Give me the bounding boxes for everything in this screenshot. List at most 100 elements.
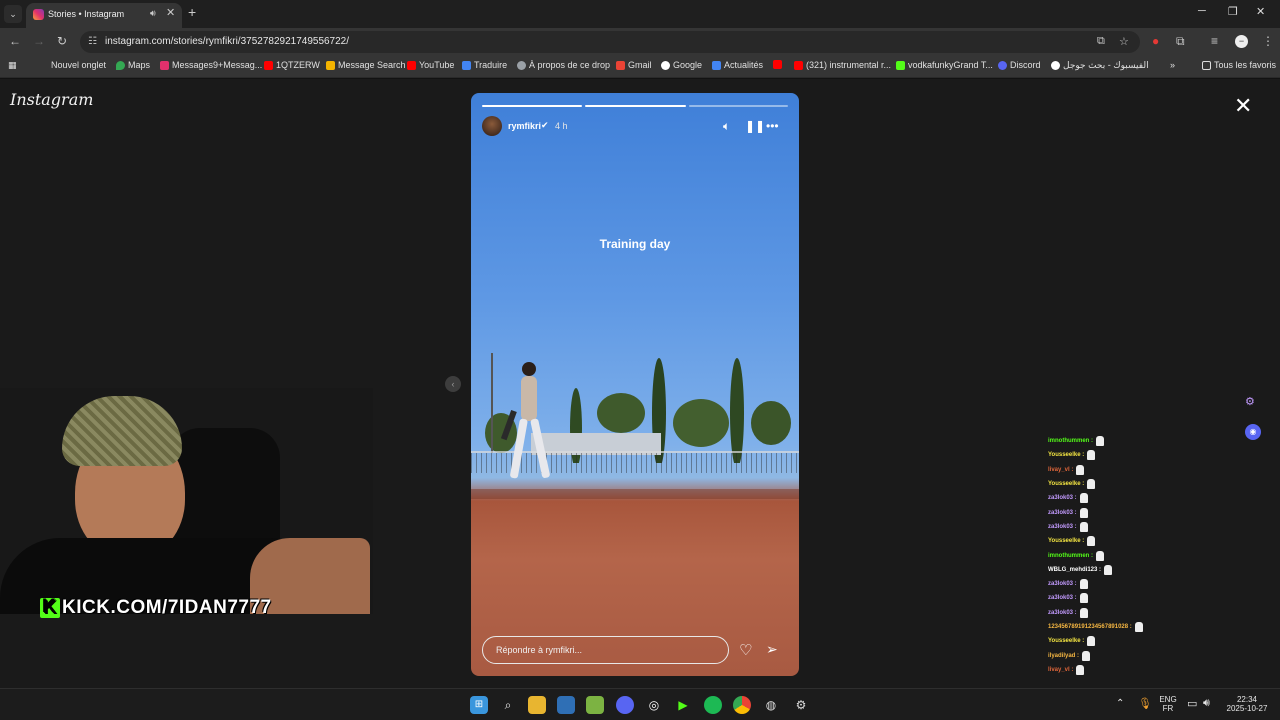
pause-icon[interactable]: ❚❚: [745, 119, 765, 133]
address-bar[interactable]: ☷ instagram.com/stories/rymfikri/3752782…: [80, 31, 1140, 53]
close-tab-icon[interactable]: ✕: [166, 6, 175, 19]
bookmark-traduire[interactable]: Traduire: [462, 60, 507, 70]
extension-widget-icon[interactable]: ⚙︎: [1245, 395, 1255, 408]
discord-taskbar-icon[interactable]: [616, 696, 634, 714]
site-info-icon[interactable]: ☷: [88, 36, 97, 47]
forward-icon[interactable]: →: [33, 34, 45, 48]
translate-icon: [462, 60, 471, 70]
avatar[interactable]: [482, 116, 502, 136]
minimize-icon[interactable]: ─: [1198, 5, 1206, 17]
bookmark-messages[interactable]: Messages9+Messag...: [160, 60, 262, 70]
app-layers-icon[interactable]: [586, 696, 604, 714]
bookmark-nouvel-onglet[interactable]: Nouvel onglet: [39, 60, 106, 70]
emote-icon: [1079, 579, 1088, 590]
bookmark-actualites[interactable]: Actualités: [712, 60, 763, 70]
chat-username: za3lok03 :: [1048, 595, 1077, 602]
like-heart-icon[interactable]: ♡: [739, 641, 752, 659]
bookmark-gmail[interactable]: Gmail: [616, 60, 652, 70]
bookmark-label: Google: [673, 60, 703, 70]
menu-kebab-icon[interactable]: ⋮: [1262, 34, 1274, 48]
bookmark-star-icon[interactable]: ☆: [1119, 35, 1129, 48]
chat-username: za3lok03 :: [1048, 581, 1077, 588]
capture-app-icon[interactable]: ◎: [645, 696, 663, 714]
google-icon: [661, 60, 670, 70]
reload-icon[interactable]: ↻: [57, 34, 67, 48]
bookmark-google[interactable]: Google: [661, 60, 702, 70]
bookmark-youtube-2[interactable]: [773, 60, 782, 69]
chat-username: ilyadilyad :: [1048, 652, 1080, 659]
mute-speaker-icon[interactable]: 🔈︎: [723, 119, 730, 134]
extension-record-icon[interactable]: ●: [1152, 34, 1159, 48]
discord-widget-icon[interactable]: ◉: [1245, 424, 1261, 440]
chat-username: 123456789191234567891028 :: [1048, 624, 1132, 630]
tray-overflow-icon[interactable]: ⌃: [1116, 698, 1124, 709]
language-indicator[interactable]: ENG FR: [1156, 695, 1180, 713]
media-control-icon[interactable]: ≡: [1211, 34, 1218, 48]
chat-message: livay_vl :: [1048, 463, 1178, 477]
profile-avatar-icon[interactable]: −: [1235, 35, 1248, 48]
address-url[interactable]: instagram.com/stories/rymfikri/375278292…: [105, 36, 349, 47]
progress-segment-2: [585, 105, 686, 107]
reply-input[interactable]: Répondre à rymfikri...: [482, 636, 729, 664]
bookmark-label: 1QTZERW: [276, 60, 320, 70]
chat-message: za3lok03 :: [1048, 591, 1178, 605]
obs-icon[interactable]: ◍: [762, 696, 780, 714]
close-window-icon[interactable]: ✕: [1256, 5, 1265, 18]
speaker-icon[interactable]: 🔊︎: [150, 8, 156, 19]
bookmark-1qtzerw[interactable]: 1QTZERW: [264, 60, 320, 70]
chat-message: ilyadilyad :: [1048, 648, 1178, 662]
bookmark-youtube[interactable]: YouTube: [407, 60, 454, 70]
bookmarks-bar: ▦ Nouvel onglet Maps Messages9+Messag...…: [0, 56, 1280, 78]
spotify-icon[interactable]: [704, 696, 722, 714]
extensions-puzzle-icon[interactable]: ⧉: [1176, 34, 1185, 49]
story-username[interactable]: rymfikri: [508, 121, 541, 131]
tab-stories-instagram[interactable]: Stories • Instagram 🔊︎ ✕: [26, 3, 182, 28]
story-viewer[interactable]: rymfikri ✔ 4 h 🔈︎ ❚❚ ••• Training day Ré…: [471, 93, 799, 676]
search-icon[interactable]: ⌕: [499, 696, 517, 714]
chat-message: za3lok03 :: [1048, 606, 1178, 620]
file-explorer-icon[interactable]: [528, 696, 546, 714]
progress-segment-1: [482, 105, 582, 107]
globe-icon: [517, 60, 526, 70]
chat-message: livay_vl :: [1048, 663, 1178, 677]
new-tab-button[interactable]: +: [188, 4, 196, 20]
network-icon[interactable]: ▭: [1187, 697, 1197, 710]
bookmark-instrumental[interactable]: (321) instrumental r...: [794, 60, 891, 70]
bookmark-label: Actualités: [724, 60, 764, 70]
kick-icon: [896, 60, 905, 70]
emote-icon: [1076, 464, 1085, 475]
instagram-favicon-icon: [33, 9, 44, 20]
chrome-icon[interactable]: [733, 696, 751, 714]
back-icon[interactable]: ←: [9, 34, 21, 48]
bookmark-a-propos-drop[interactable]: À propos de ce drop: [517, 60, 610, 70]
tab-search-button[interactable]: ⌄: [4, 5, 22, 23]
clock-date: 2025-10-27: [1226, 704, 1268, 713]
bookmarks-overflow-icon[interactable]: »: [1170, 60, 1175, 70]
close-story-icon[interactable]: ✕: [1234, 93, 1252, 119]
chat-message: Yousseelke :: [1048, 634, 1178, 648]
clock[interactable]: 22:34 2025-10-27: [1222, 695, 1272, 713]
globe-icon: [39, 61, 48, 70]
apps-grid-icon[interactable]: ▦: [8, 60, 17, 71]
chat-message: za3lok03 :: [1048, 577, 1178, 591]
kick-taskbar-icon[interactable]: ▶: [674, 696, 692, 714]
bookmark-discord[interactable]: Discord: [998, 60, 1041, 70]
all-bookmarks-button[interactable]: Tous les favoris: [1202, 60, 1276, 70]
restore-icon[interactable]: ❐: [1228, 5, 1238, 18]
bookmark-message-search[interactable]: Message Search: [326, 60, 406, 70]
previous-story-arrow-icon[interactable]: ‹: [445, 376, 461, 392]
more-options-icon[interactable]: •••: [766, 119, 779, 133]
microphone-icon[interactable]: 🎙︎: [1138, 697, 1152, 710]
bookmark-facebook-search[interactable]: الفيسبوك - بحث جوجل: [1051, 60, 1149, 71]
emote-icon: [1134, 622, 1143, 632]
volume-icon[interactable]: 🔊︎: [1203, 697, 1210, 710]
chat-username: livay_vl :: [1048, 466, 1074, 473]
store-icon[interactable]: [557, 696, 575, 714]
install-app-icon[interactable]: ⧉: [1097, 35, 1105, 48]
send-paper-plane-icon[interactable]: ➢: [766, 641, 778, 658]
instagram-logo[interactable]: Instagram: [10, 90, 93, 109]
bookmark-maps[interactable]: Maps: [116, 60, 150, 70]
windows-start-icon[interactable]: ⊞: [470, 696, 488, 714]
settings-gear-icon[interactable]: ⚙: [792, 696, 810, 714]
bookmark-vodkafunky[interactable]: vodkafunkyGrand T...: [896, 60, 993, 70]
